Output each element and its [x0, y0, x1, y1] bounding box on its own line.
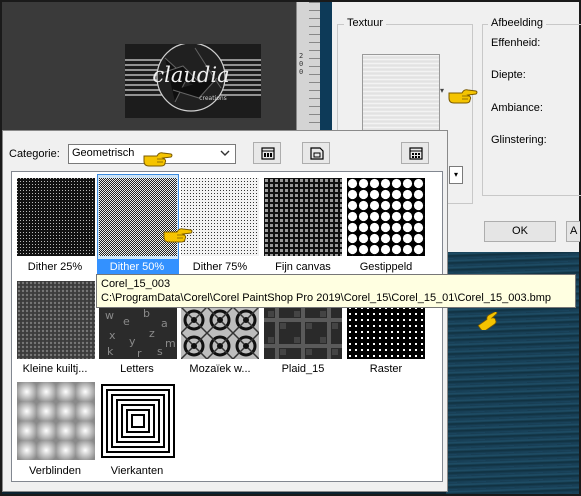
texture-tile-dither-50[interactable]: [99, 178, 177, 256]
pointing-hand-icon: [448, 89, 478, 104]
texture-tooltip: Corel_15_003 C:\ProgramData\Corel\Corel …: [96, 274, 576, 308]
tile-label: Gestippeld: [359, 261, 413, 273]
tile-label: Vierkanten: [110, 465, 164, 477]
tile-label: Verblinden: [29, 465, 81, 477]
svg-text:w: w: [105, 309, 114, 322]
svg-text:z: z: [149, 327, 155, 340]
tile-label: Raster: [369, 363, 403, 375]
texture-tile-dither-25[interactable]: [17, 178, 95, 256]
svg-text:a: a: [161, 317, 168, 330]
texture-tile-dither-75[interactable]: [181, 178, 259, 256]
texture-tile-dotted[interactable]: [347, 178, 425, 256]
texture-tile-squares[interactable]: [99, 382, 177, 460]
preview-canvas: claudia creations: [125, 44, 261, 118]
tile-label: Dither 25%: [27, 261, 83, 273]
ok-button[interactable]: OK: [484, 221, 556, 242]
grid-view-icon: [409, 147, 423, 160]
svg-text:r: r: [137, 347, 142, 359]
swatch-dropdown-icon[interactable]: ▾: [440, 86, 444, 95]
svg-text:s: s: [157, 345, 163, 358]
pointing-hand-icon: [163, 228, 193, 243]
svg-text:k: k: [107, 345, 114, 358]
ruler-label: 0: [299, 68, 304, 76]
preview-logo-image: claudia creations: [125, 44, 261, 118]
svg-text:creations: creations: [199, 95, 227, 102]
tile-label: Fijn canvas: [275, 261, 331, 273]
diepte-label: Diepte:: [491, 69, 526, 81]
afbeelding-legend: Afbeelding: [488, 17, 546, 29]
texture-swatch-button[interactable]: [362, 54, 440, 132]
tile-label: Dither 75%: [192, 261, 248, 273]
svg-text:b: b: [143, 307, 150, 320]
pointing-hand-icon: [477, 312, 498, 330]
svg-text:x: x: [109, 329, 116, 342]
texture-tile-fine-canvas[interactable]: [264, 178, 342, 256]
pointing-hand-icon: [143, 152, 173, 167]
category-label: Categorie:: [9, 148, 60, 160]
save-preset-icon: [310, 147, 324, 160]
category-select-value: Geometrisch: [72, 147, 135, 159]
svg-text:claudia: claudia: [152, 63, 229, 87]
tile-label: Letters: [120, 363, 154, 375]
tile-label-selected: Dither 50%: [109, 261, 165, 273]
save-preset-button[interactable]: [302, 142, 330, 164]
ruler-label: 0: [299, 60, 304, 68]
svg-text:y: y: [129, 335, 136, 348]
texture-tile-blinds[interactable]: [17, 382, 95, 460]
ambiance-label: Ambiance:: [491, 102, 543, 114]
ruler-labels: 2 0 0: [299, 52, 309, 76]
chevron-down-icon[interactable]: [219, 145, 231, 164]
textuur-legend: Textuur: [344, 17, 387, 29]
svg-text:m: m: [165, 337, 176, 350]
tooltip-path: C:\ProgramData\Corel\Corel PaintShop Pro…: [101, 292, 552, 304]
glinstering-label: Glinstering:: [491, 134, 547, 146]
chevron-down-icon[interactable]: ▾: [449, 166, 463, 184]
panel-toggle-icon: [261, 147, 275, 160]
tile-label: Plaid_15: [281, 363, 325, 375]
texture-tile-small-dimples[interactable]: [17, 281, 95, 359]
effenheid-label: Effenheid:: [491, 37, 541, 49]
panel-toggle-button[interactable]: [253, 142, 281, 164]
cancel-button[interactable]: A: [566, 221, 580, 242]
tooltip-name: Corel_15_003: [101, 278, 171, 290]
tile-label: Kleine kuiltj...: [22, 363, 88, 375]
canvas-background-strip: [320, 2, 332, 130]
ruler-label: 2: [299, 52, 304, 60]
svg-text:e: e: [123, 315, 130, 328]
grid-view-button[interactable]: [401, 142, 429, 164]
tile-label: Mozaïek w...: [189, 363, 251, 375]
